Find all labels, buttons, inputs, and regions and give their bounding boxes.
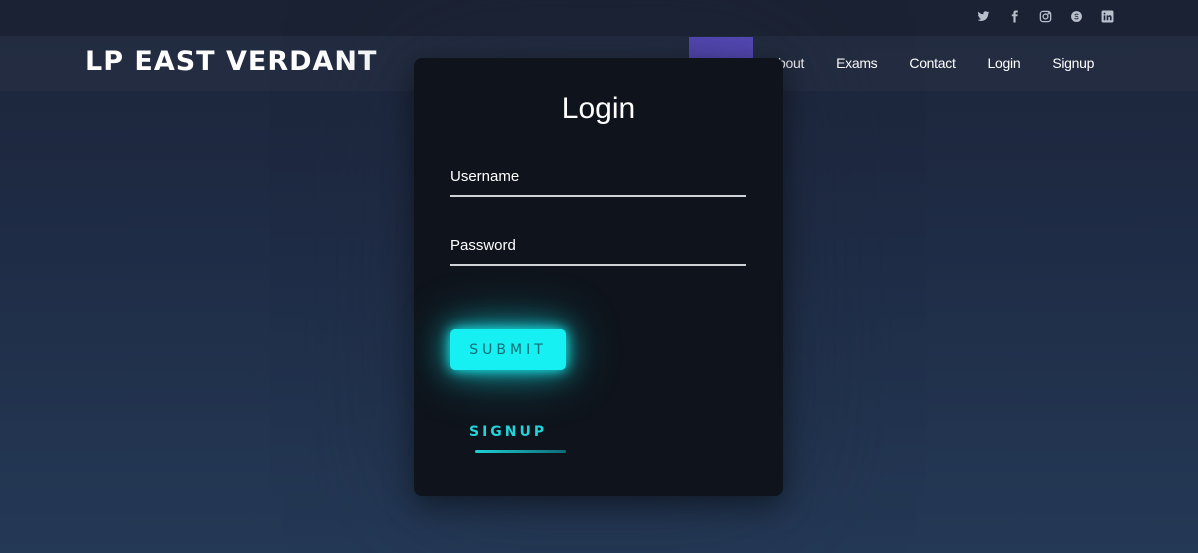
nav-signup[interactable]: Signup [1036,37,1110,89]
twitter-icon[interactable] [976,9,990,23]
signup-link[interactable]: SIGNUP [469,424,547,440]
nav-exams[interactable]: Exams [820,37,893,89]
password-input[interactable] [450,226,746,264]
skype-icon[interactable] [1069,9,1083,23]
social-links [976,9,1114,23]
site-logo[interactable]: LP EAST VERDANT [85,46,377,77]
linkedin-icon[interactable] [1100,9,1114,23]
username-field-wrapper [450,157,746,197]
nav-login[interactable]: Login [972,37,1037,89]
login-title: Login [561,92,636,125]
facebook-icon[interactable] [1007,9,1021,23]
login-card: Login SUBMIT SIGNUP [414,58,783,496]
instagram-icon[interactable] [1038,9,1052,23]
social-bar [0,0,1198,36]
signup-underline [475,450,566,453]
username-input[interactable] [450,157,746,195]
password-field-wrapper [450,226,746,266]
submit-button[interactable]: SUBMIT [450,329,566,370]
nav-contact[interactable]: Contact [893,37,971,89]
